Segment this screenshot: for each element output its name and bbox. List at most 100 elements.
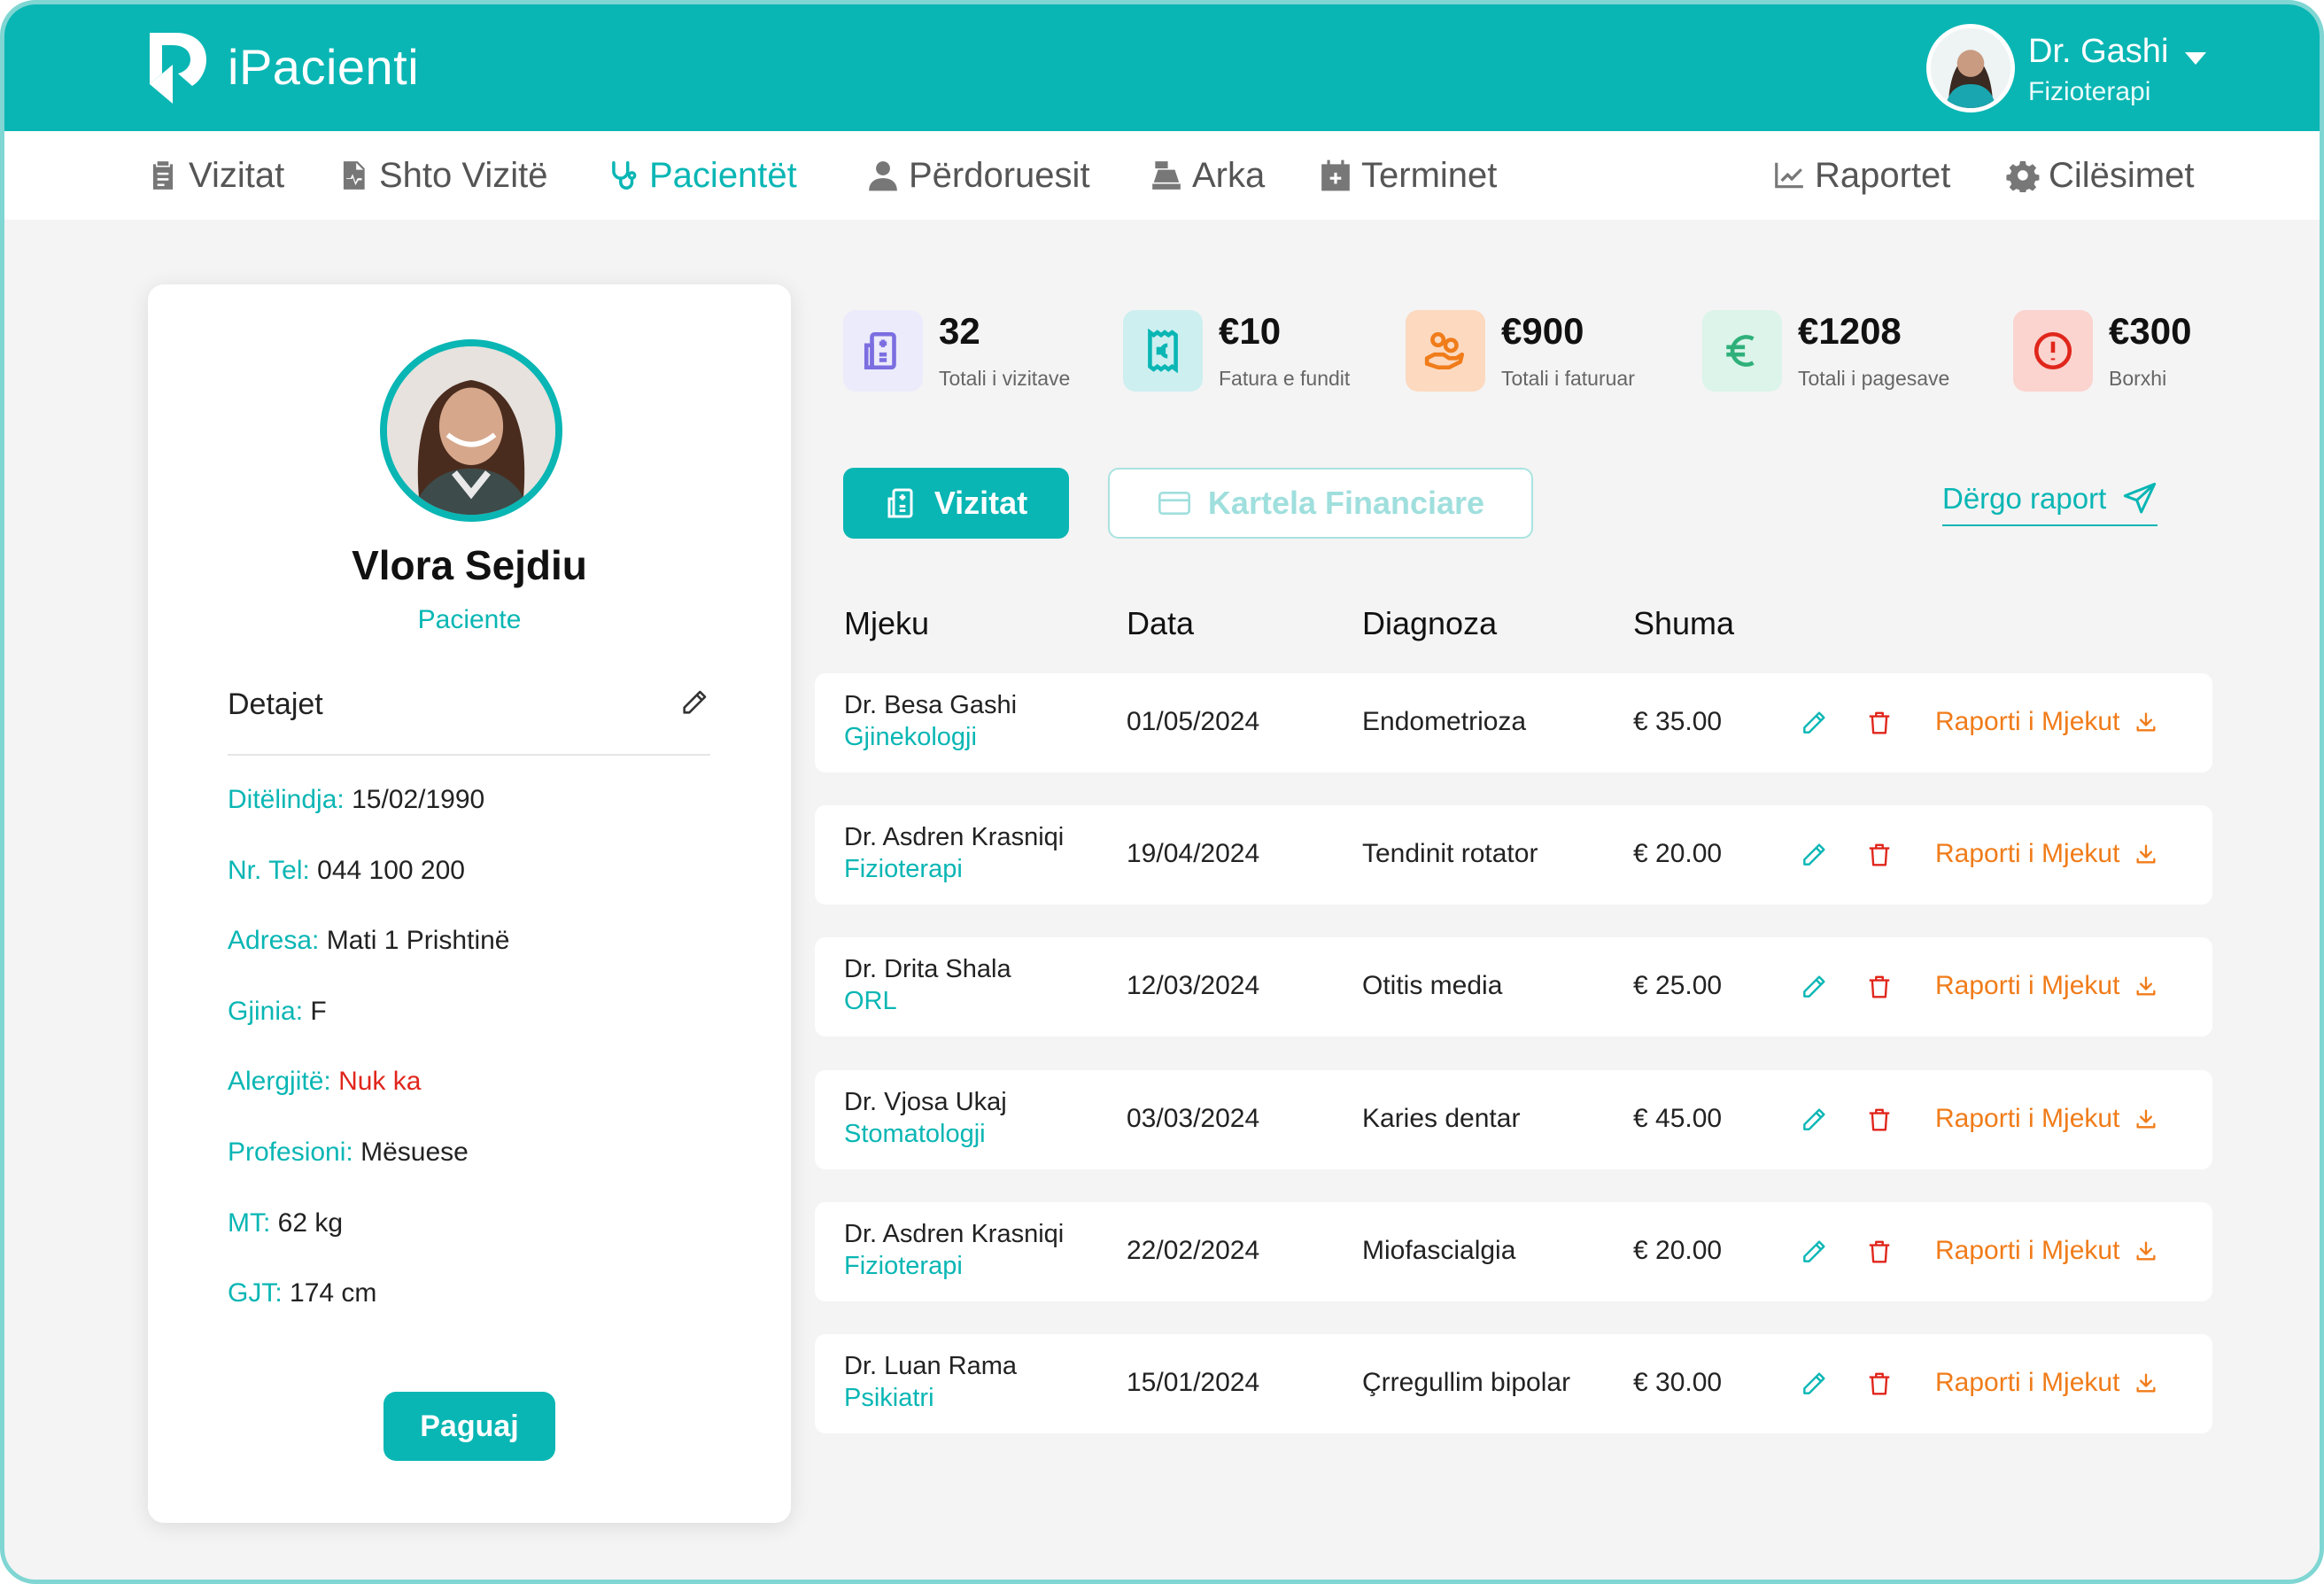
visit-date: 12/03/2024 — [1127, 971, 1260, 1000]
nav-label: Përdoruesit — [909, 155, 1090, 195]
column-header-doctor[interactable]: Mjeku — [844, 605, 929, 642]
visit-amount: € 30.00 — [1633, 1368, 1723, 1397]
table-row[interactable]: Dr. Besa Gashi Gjinekologji 01/05/2024 E… — [815, 673, 2212, 773]
table-row[interactable]: Dr. Luan Rama Psikiatri 15/01/2024 Çrreg… — [815, 1334, 2212, 1433]
trash-icon[interactable] — [1866, 1370, 1893, 1398]
nav-label: Raportet — [1815, 155, 1951, 195]
main-nav: Vizitat Shto Vizitë Pacientët Përdoruesi… — [4, 131, 2320, 220]
visit-date: 01/05/2024 — [1127, 707, 1260, 736]
trash-icon[interactable] — [1866, 841, 1893, 869]
table-row[interactable]: Dr. Vjosa Ukaj Stomatologji 03/03/2024 K… — [815, 1070, 2212, 1169]
visit-date: 03/03/2024 — [1127, 1104, 1260, 1133]
user-name[interactable]: Dr. Gashi — [2028, 33, 2168, 71]
download-icon — [2136, 712, 2156, 732]
doctor-specialty: ORL — [844, 987, 897, 1015]
visit-date: 19/04/2024 — [1127, 839, 1260, 868]
detail-birthdate: Ditëlindja: 15/02/1990 — [228, 785, 485, 814]
column-header-date[interactable]: Data — [1127, 605, 1194, 642]
credit-card-icon — [1158, 492, 1190, 515]
visit-diagnosis: Tendinit rotator — [1362, 839, 1538, 868]
doctor-name: Dr. Asdren Krasniqi — [844, 823, 1065, 851]
doctor-specialty: Gjinekologji — [844, 723, 977, 751]
nav-item-perdoruesit[interactable]: Përdoruesit — [866, 131, 1090, 220]
patient-card: Vlora Sejdiu Paciente Detajet Ditëlindja… — [148, 284, 791, 1523]
doctor-report-link[interactable]: Raporti i Mjekut — [1935, 971, 2158, 1001]
download-icon — [2136, 1109, 2156, 1129]
trash-icon[interactable] — [1866, 1106, 1893, 1134]
nav-item-terminet[interactable]: Terminet — [1319, 131, 1497, 220]
nav-item-cilesimet[interactable]: Cilësimet — [2006, 131, 2194, 220]
nav-item-arka[interactable]: Arka — [1150, 131, 1265, 220]
doctor-report-link[interactable]: Raporti i Mjekut — [1935, 1368, 2158, 1398]
stat-icon-box — [1406, 310, 1485, 392]
doctor-specialty: Psikiatri — [844, 1384, 934, 1412]
visit-diagnosis: Otitis media — [1362, 971, 1503, 1000]
receipt-icon — [1148, 329, 1178, 373]
send-icon — [2124, 482, 2157, 514]
tab-kartela-financiare[interactable]: Kartela Financiare — [1108, 468, 1533, 539]
visit-amount: € 20.00 — [1633, 839, 1723, 868]
chevron-down-icon[interactable] — [2180, 47, 2212, 68]
trash-icon[interactable] — [1866, 709, 1893, 737]
send-report-link[interactable]: Dërgo raport — [1942, 478, 2158, 526]
doctor-report-link[interactable]: Raporti i Mjekut — [1935, 839, 2158, 869]
visit-amount: € 35.00 — [1633, 707, 1723, 736]
alert-icon — [2034, 331, 2072, 370]
stat-icon-box — [1702, 310, 1782, 392]
nav-item-raportet[interactable]: Raportet — [1772, 131, 1950, 220]
app-window: iPacienti Dr. Gashi Fizioterapi Vizitat — [0, 0, 2324, 1584]
clipboard-icon — [152, 161, 174, 190]
table-row[interactable]: Dr. Asdren Krasniqi Fizioterapi 22/02/20… — [815, 1202, 2212, 1301]
doctor-report-link[interactable]: Raporti i Mjekut — [1935, 1104, 2158, 1134]
details-title: Detajet — [228, 687, 323, 721]
pay-button[interactable]: Paguaj — [383, 1392, 555, 1461]
visit-date: 15/01/2024 — [1127, 1368, 1260, 1397]
doctor-report-link[interactable]: Raporti i Mjekut — [1935, 1236, 2158, 1266]
patient-avatar — [380, 339, 562, 522]
doctor-name: Dr. Vjosa Ukaj — [844, 1088, 1007, 1116]
table-row[interactable]: Dr. Drita Shala ORL 12/03/2024 Otitis me… — [815, 937, 2212, 1037]
nav-item-vizitat[interactable]: Vizitat — [146, 131, 284, 220]
gear-icon — [2006, 160, 2040, 192]
trash-icon[interactable] — [1866, 1238, 1893, 1266]
doctor-name: Dr. Asdren Krasniqi — [844, 1220, 1065, 1248]
top-header: iPacienti Dr. Gashi Fizioterapi — [4, 4, 2320, 131]
chart-line-icon — [1775, 162, 1803, 189]
ipacienti-logo-icon[interactable] — [146, 29, 208, 107]
doctor-name: Dr. Drita Shala — [844, 955, 1011, 983]
download-icon — [2136, 1241, 2156, 1261]
detail-address: Adresa: Mati 1 Prishtinë — [228, 926, 510, 955]
pencil-icon[interactable] — [1800, 973, 1828, 1001]
pencil-icon[interactable] — [1800, 1370, 1828, 1398]
pencil-icon[interactable] — [1800, 841, 1828, 869]
nav-label: Cilësimet — [2049, 155, 2195, 195]
pencil-icon[interactable] — [1800, 1238, 1828, 1266]
nav-item-pacientet[interactable]: Pacientët — [607, 131, 797, 220]
pencil-icon[interactable] — [1800, 709, 1828, 737]
calendar-plus-icon — [1321, 159, 1350, 191]
doctor-report-link[interactable]: Raporti i Mjekut — [1935, 707, 2158, 737]
pencil-icon[interactable] — [679, 687, 709, 718]
detail-weight: MT: 62 kg — [228, 1208, 344, 1238]
patient-name: Vlora Sejdiu — [352, 542, 587, 588]
visit-amount: € 25.00 — [1633, 971, 1723, 1000]
visit-diagnosis: Çrregullim bipolar — [1362, 1368, 1571, 1397]
euro-icon — [1726, 335, 1755, 367]
nav-label: Shto Vizitë — [379, 155, 548, 195]
column-header-amount[interactable]: Shuma — [1633, 605, 1734, 642]
table-row[interactable]: Dr. Asdren Krasniqi Fizioterapi 19/04/20… — [815, 805, 2212, 905]
tab-vizitat[interactable]: Vizitat — [843, 468, 1069, 539]
pencil-icon[interactable] — [1800, 1106, 1828, 1134]
visit-diagnosis: Endometrioza — [1362, 707, 1527, 736]
stat-icon-box — [1123, 310, 1203, 392]
download-icon — [2136, 976, 2156, 996]
detail-phone: Nr. Tel: 044 100 200 — [228, 856, 465, 885]
column-header-diagnosis[interactable]: Diagnoza — [1362, 605, 1497, 642]
hospital-icon — [887, 488, 913, 518]
doctor-specialty: Stomatologji — [844, 1120, 986, 1148]
user-avatar[interactable] — [1926, 24, 2015, 113]
nav-item-shto-vizite[interactable]: Shto Vizitë — [337, 131, 548, 220]
nav-label: Pacientët — [649, 155, 797, 195]
trash-icon[interactable] — [1866, 973, 1893, 1001]
hospital-icon — [864, 331, 896, 370]
